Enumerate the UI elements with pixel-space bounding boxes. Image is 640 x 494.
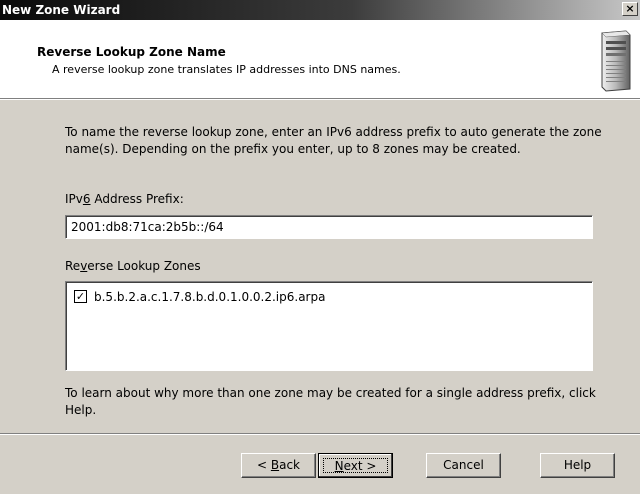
close-button[interactable]: × [622, 2, 638, 16]
header-divider [0, 99, 640, 100]
server-icon [601, 30, 631, 92]
next-button[interactable]: Next > [318, 453, 393, 478]
next-button-focus: Next > [323, 458, 388, 473]
ipv6-prefix-label: IPv6 Address Prefix: [65, 192, 184, 206]
back-button[interactable]: < Back [241, 453, 316, 478]
footer-divider-highlight [0, 434, 640, 435]
intro-text: To name the reverse lookup zone, enter a… [65, 125, 602, 156]
help-button[interactable]: Help [540, 453, 615, 478]
page-title: Reverse Lookup Zone Name [37, 45, 226, 59]
page-subtitle: A reverse lookup zone translates IP addr… [52, 63, 401, 76]
reverse-lookup-zones-label: Reverse Lookup Zones [65, 259, 201, 273]
cancel-button[interactable]: Cancel [426, 453, 501, 478]
close-icon: × [625, 2, 635, 15]
zone-name: b.5.b.2.a.c.1.7.8.b.d.0.1.0.0.2.ip6.arpa [94, 290, 326, 304]
zone-checkbox[interactable]: ✓ [74, 290, 87, 303]
window-title: New Zone Wizard [2, 3, 121, 17]
reverse-lookup-zones-list[interactable]: ✓ b.5.b.2.a.c.1.7.8.b.d.0.1.0.0.2.ip6.ar… [65, 281, 593, 371]
ipv6-prefix-input[interactable] [65, 215, 593, 239]
wizard-header: Reverse Lookup Zone Name A reverse looku… [0, 20, 640, 99]
title-bar[interactable]: New Zone Wizard × [0, 0, 640, 20]
help-text: To learn about why more than one zone ma… [65, 386, 596, 417]
